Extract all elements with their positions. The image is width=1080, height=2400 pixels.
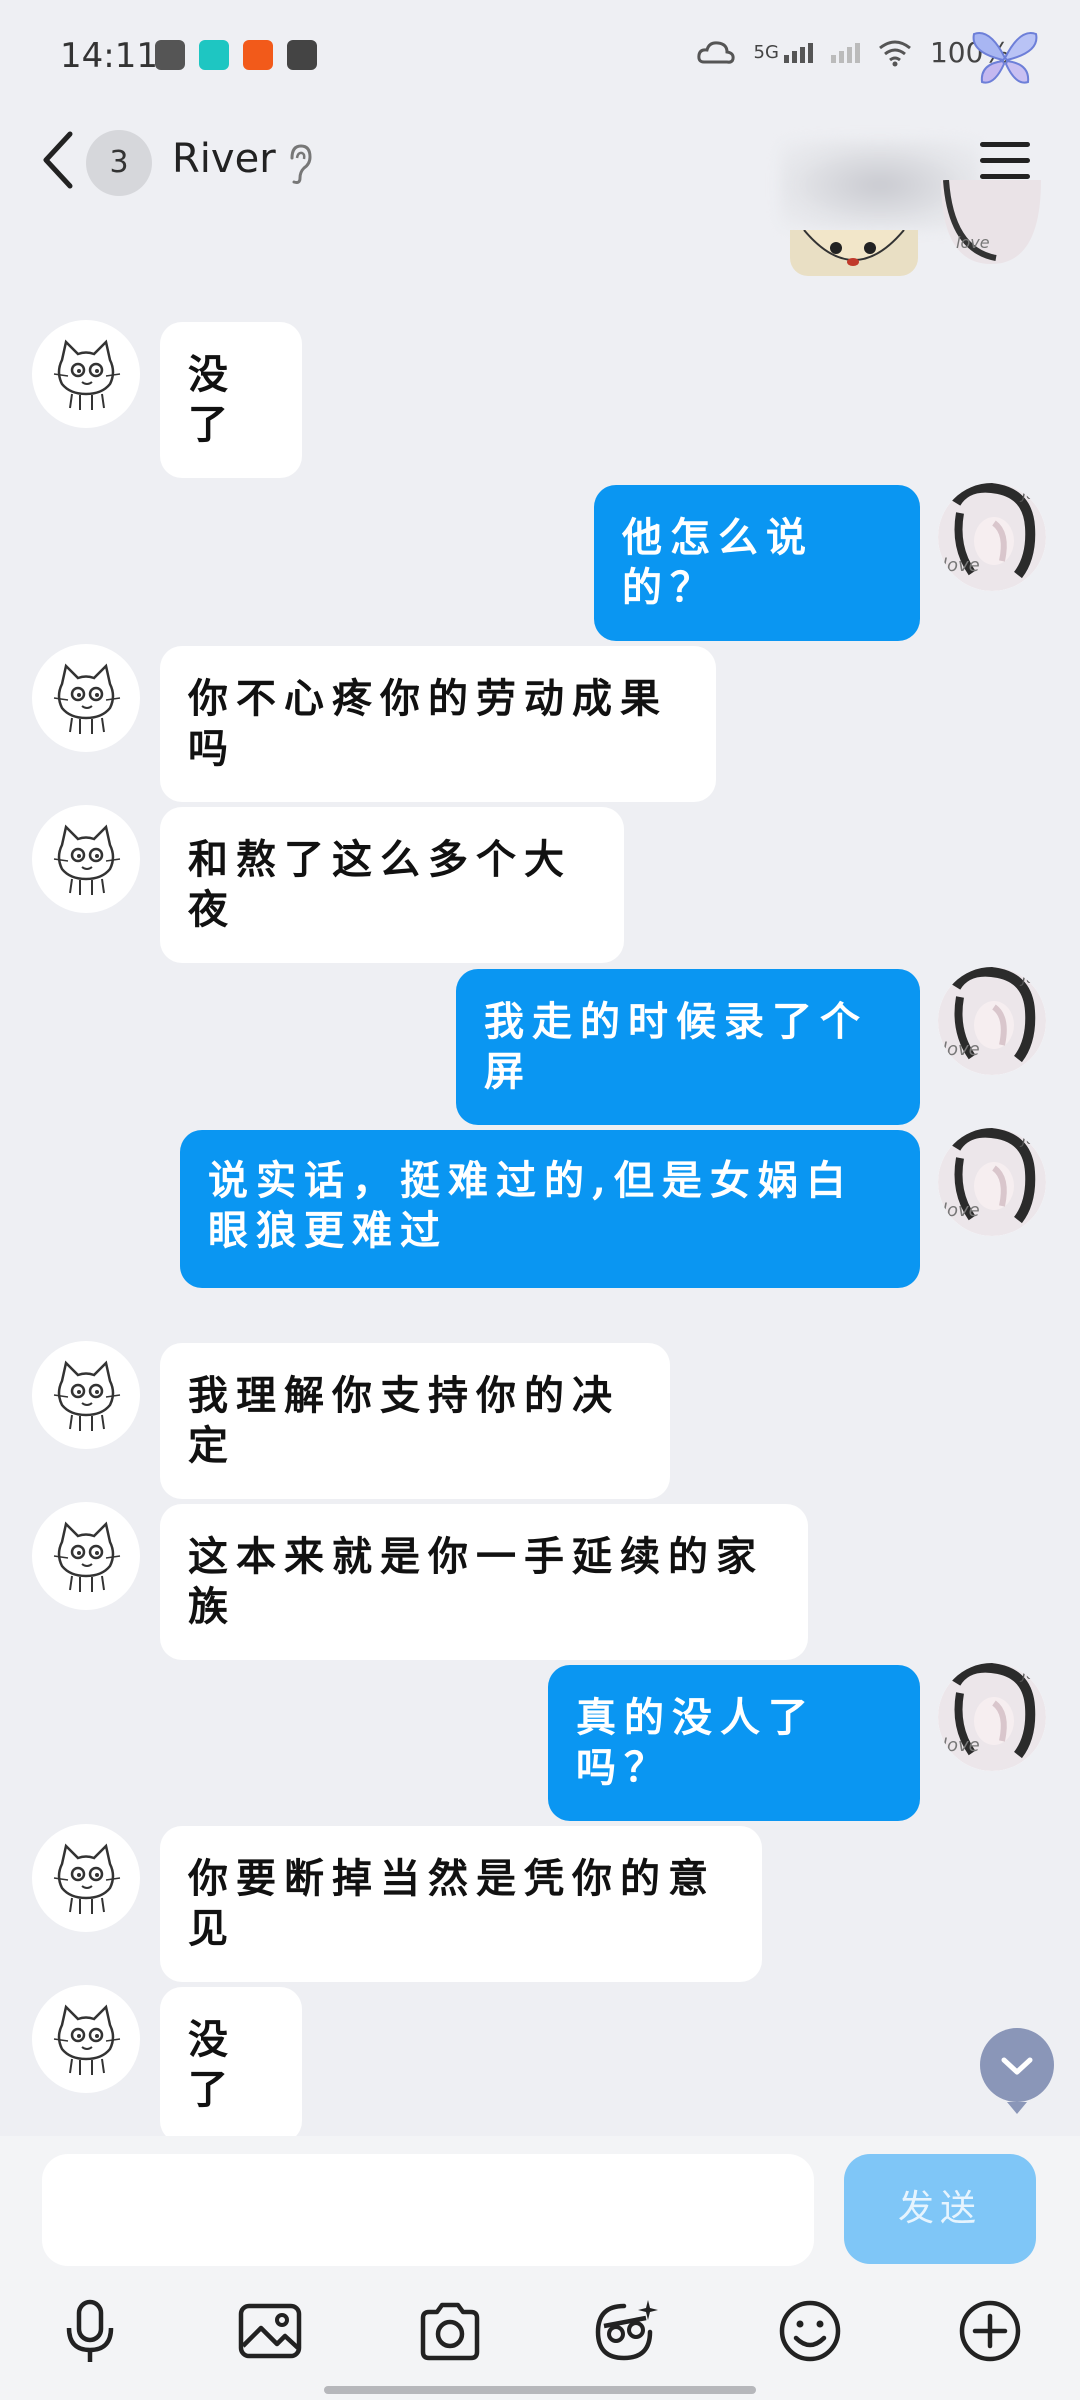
butterfly-icon xyxy=(972,32,1038,84)
incoming-message-bubble[interactable]: 你不心疼你的劳动成果吗 xyxy=(160,646,716,802)
sticker-message[interactable] xyxy=(790,230,918,276)
contact-avatar[interactable] xyxy=(32,1824,140,1932)
outgoing-message-bubble[interactable]: 真的没人了吗？ xyxy=(548,1665,920,1821)
svg-text:love: love xyxy=(956,233,990,252)
incoming-message-bubble[interactable]: 没了 xyxy=(160,1987,302,2143)
sticker-face-icon xyxy=(803,230,905,266)
notification-icons xyxy=(155,40,317,70)
microphone-icon[interactable] xyxy=(55,2296,125,2366)
outgoing-message-bubble[interactable]: 说实话，挺难过的,但是女娲白眼狼更难过 xyxy=(180,1130,920,1288)
svg-text:Jo: Jo xyxy=(1019,1132,1035,1148)
emoji-icon[interactable] xyxy=(775,2296,845,2366)
camera-icon[interactable] xyxy=(415,2296,485,2366)
my-avatar[interactable]: love Jo xyxy=(938,483,1046,591)
svg-text:love: love xyxy=(942,1039,980,1060)
kuaishou-icon xyxy=(243,40,273,70)
incoming-message-bubble[interactable]: 你要断掉当然是凭你的意见 xyxy=(160,1826,762,1982)
signal-5g-icon: 5G xyxy=(754,42,813,63)
my-avatar-partial[interactable]: love xyxy=(936,180,1046,264)
outgoing-message-bubble[interactable]: 他怎么说的？ xyxy=(594,485,920,641)
status-bar: 14:11 5G 100% xyxy=(0,0,1080,120)
incoming-message-bubble[interactable]: 没了 xyxy=(160,322,302,478)
contact-avatar[interactable] xyxy=(32,1985,140,2093)
svg-text:love: love xyxy=(942,555,980,576)
hd-cloud-icon xyxy=(696,40,735,64)
svg-text:Jo: Jo xyxy=(1019,1667,1035,1683)
plus-icon[interactable] xyxy=(955,2296,1025,2366)
send-button[interactable]: 发送 xyxy=(844,2154,1036,2264)
svg-text:love: love xyxy=(942,1200,980,1221)
clipboard-icon xyxy=(155,40,185,70)
contact-avatar[interactable] xyxy=(32,1502,140,1610)
chevron-down-icon xyxy=(1001,2057,1033,2075)
signal-sim2-icon xyxy=(830,42,860,63)
contact-avatar[interactable] xyxy=(32,320,140,428)
contact-name[interactable]: River xyxy=(172,136,276,182)
image-icon[interactable] xyxy=(235,2296,305,2366)
my-avatar[interactable]: love Jo xyxy=(938,967,1046,1075)
home-indicator[interactable] xyxy=(324,2386,756,2394)
video-icon xyxy=(287,40,317,70)
svg-text:love: love xyxy=(942,1735,980,1756)
status-time: 14:11 xyxy=(60,36,158,76)
contact-avatar[interactable] xyxy=(32,1341,140,1449)
incoming-message-bubble[interactable]: 这本来就是你一手延续的家族 xyxy=(160,1504,808,1660)
status-right: 5G 100% xyxy=(696,36,1010,69)
contact-avatar[interactable] xyxy=(32,644,140,752)
ear-icon xyxy=(290,144,312,184)
svg-text:Jo: Jo xyxy=(1019,487,1035,503)
unread-count-badge[interactable]: 3 xyxy=(86,130,152,196)
outgoing-message-bubble[interactable]: 我走的时候录了个屏 xyxy=(456,969,920,1125)
back-arrow-icon[interactable] xyxy=(40,130,76,190)
message-input[interactable] xyxy=(42,2154,814,2266)
contact-avatar[interactable] xyxy=(32,805,140,913)
wifi-icon xyxy=(879,40,911,66)
taptap-icon xyxy=(199,40,229,70)
sticker-icon[interactable] xyxy=(590,2296,660,2366)
incoming-message-bubble[interactable]: 和熬了这么多个大夜 xyxy=(160,807,624,963)
incoming-message-bubble[interactable]: 我理解你支持你的决定 xyxy=(160,1343,670,1499)
my-avatar[interactable]: love Jo xyxy=(938,1128,1046,1236)
my-avatar[interactable]: love Jo xyxy=(938,1663,1046,1771)
menu-icon[interactable] xyxy=(980,142,1030,182)
scroll-to-bottom-button[interactable] xyxy=(980,2028,1054,2114)
svg-text:Jo: Jo xyxy=(1019,971,1035,987)
